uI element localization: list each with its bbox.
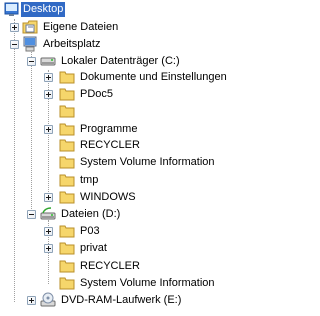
hard-drive-icon (40, 57, 56, 66)
expand-button[interactable] (44, 244, 53, 253)
collapse-button[interactable] (27, 210, 36, 219)
expand-button[interactable] (27, 296, 36, 305)
tree-item-label: Arbeitsplatz (43, 38, 101, 50)
folder-icon (59, 225, 75, 238)
collapse-button[interactable] (10, 40, 19, 49)
tree-item-label: System Volume Information (80, 156, 215, 168)
tree-item-label: RECYCLER (80, 260, 140, 272)
tree-item-label: PDoc5 (80, 88, 114, 100)
tree-item-label: Dateien (D:) (61, 208, 121, 220)
tree-item-label: tmp (80, 174, 99, 186)
folder-icon (59, 191, 75, 204)
my-documents-icon (22, 20, 38, 34)
folder-icon (59, 260, 75, 273)
tree-item-label: Eigene Dateien (43, 21, 119, 33)
tree-item-label: System Volume Information (80, 277, 215, 289)
tree-line (14, 28, 15, 302)
tree-item-label: WINDOWS (80, 191, 136, 203)
expand-button[interactable] (44, 227, 53, 236)
tree-item-label: P03 (80, 225, 100, 237)
expand-button[interactable] (44, 90, 53, 99)
tree-item-label: privat (80, 242, 107, 254)
folder-icon (59, 88, 75, 101)
expand-button[interactable] (44, 73, 53, 82)
tree-line (31, 52, 32, 213)
folder-icon (59, 156, 75, 169)
folder-icon (59, 174, 75, 187)
collapse-button[interactable] (27, 57, 36, 66)
shared-drive-icon (40, 207, 56, 220)
dvd-drive-icon (40, 292, 56, 307)
folder-icon (59, 123, 75, 136)
folder-icon (59, 71, 75, 84)
desktop-icon (4, 2, 19, 16)
folder-icon (59, 105, 75, 118)
folder-tree: Desktop Eigene Dateien Arbeitsplatz Loka… (0, 0, 277, 316)
tree-item-label: DVD-RAM-Laufwerk (E:) (61, 294, 182, 306)
tree-item-label: Lokaler Datenträger (C:) (61, 55, 180, 67)
tree-item-label: Programme (80, 123, 138, 135)
tree-item-label: Dokumente und Einstellungen (80, 71, 227, 83)
folder-icon (59, 139, 75, 152)
my-computer-icon (23, 36, 37, 52)
tree-item-label: Desktop (21, 2, 66, 17)
expand-button[interactable] (10, 23, 19, 32)
folder-icon (59, 242, 75, 255)
expand-button[interactable] (44, 125, 53, 134)
folder-icon (59, 277, 75, 290)
expand-button[interactable] (44, 193, 53, 202)
tree-item-label: RECYCLER (80, 139, 140, 151)
